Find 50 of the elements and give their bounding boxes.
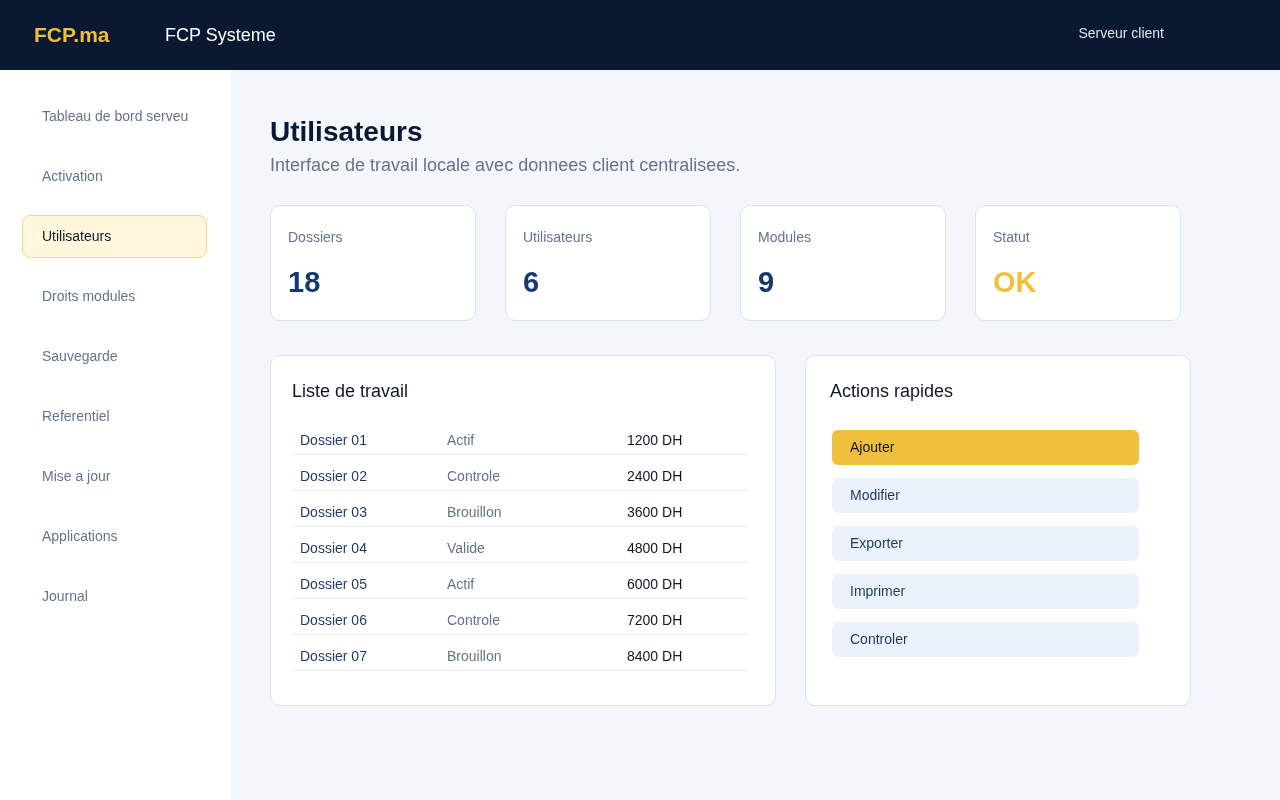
table-cell: Brouillon xyxy=(447,504,502,520)
sidebar-item[interactable]: Referentiel xyxy=(22,395,207,438)
table-cell: 7200 DH xyxy=(627,612,683,628)
stat-value: 9 xyxy=(758,265,776,300)
panel-title: Liste de travail xyxy=(292,380,410,403)
table-cell: 6000 DH xyxy=(627,576,683,592)
table-cell: 3600 DH xyxy=(627,504,683,520)
table-cell: 2400 DH xyxy=(627,468,683,484)
sidebar-item[interactable]: Activation xyxy=(22,155,207,198)
page-subtitle: Interface de travail locale avec donnees client centralisees. xyxy=(270,154,742,177)
action-button[interactable]: Ajouter xyxy=(832,430,1139,465)
sidebar-item[interactable]: Applications xyxy=(22,515,207,558)
stat-value: OK xyxy=(993,265,1038,300)
sidebar-item[interactable]: Journal xyxy=(22,575,207,618)
sidebar-item[interactable]: Tableau de bord serveu xyxy=(22,95,207,138)
stat-label: Utilisateurs xyxy=(523,228,594,247)
table-cell: Controle xyxy=(447,612,500,628)
server-label: Serveur client xyxy=(1078,23,1164,43)
sidebar-item[interactable]: Sauvegarde xyxy=(22,335,207,378)
table-cell: Dossier 01 xyxy=(300,432,367,448)
table-cell: Actif xyxy=(447,432,475,448)
sidebar-item[interactable]: Mise a jour xyxy=(22,455,207,498)
app-title: FCP Systeme xyxy=(165,23,276,47)
page-title: Utilisateurs xyxy=(270,115,424,149)
table-cell: 1200 DH xyxy=(627,432,683,448)
table-cell: Actif xyxy=(447,576,475,592)
table-cell: 8400 DH xyxy=(627,648,683,664)
table-cell: Dossier 02 xyxy=(300,468,367,484)
action-button[interactable]: Modifier xyxy=(832,478,1139,513)
stat-label: Statut xyxy=(993,228,1031,247)
sidebar-item[interactable]: Droits modules xyxy=(22,275,207,318)
table-cell: Dossier 05 xyxy=(300,576,367,592)
table-cell: Dossier 07 xyxy=(300,648,367,664)
table-cell: Brouillon xyxy=(447,648,502,664)
action-button[interactable]: Imprimer xyxy=(832,574,1139,609)
panel-title: Actions rapides xyxy=(830,380,955,403)
table-cell: 4800 DH xyxy=(627,540,683,556)
action-button[interactable]: Controler xyxy=(832,622,1139,657)
table-cell: Valide xyxy=(447,540,485,556)
logo: FCP.ma xyxy=(34,23,110,47)
stat-label: Modules xyxy=(758,228,812,247)
table-cell: Dossier 04 xyxy=(300,540,367,556)
stat-value: 18 xyxy=(288,265,322,300)
stat-value: 6 xyxy=(523,265,541,300)
stat-label: Dossiers xyxy=(288,228,344,247)
table-cell: Dossier 06 xyxy=(300,612,367,628)
action-button[interactable]: Exporter xyxy=(832,526,1139,561)
table-cell: Controle xyxy=(447,468,500,484)
sidebar-item[interactable]: Utilisateurs xyxy=(22,215,207,258)
table-cell: Dossier 03 xyxy=(300,504,367,520)
